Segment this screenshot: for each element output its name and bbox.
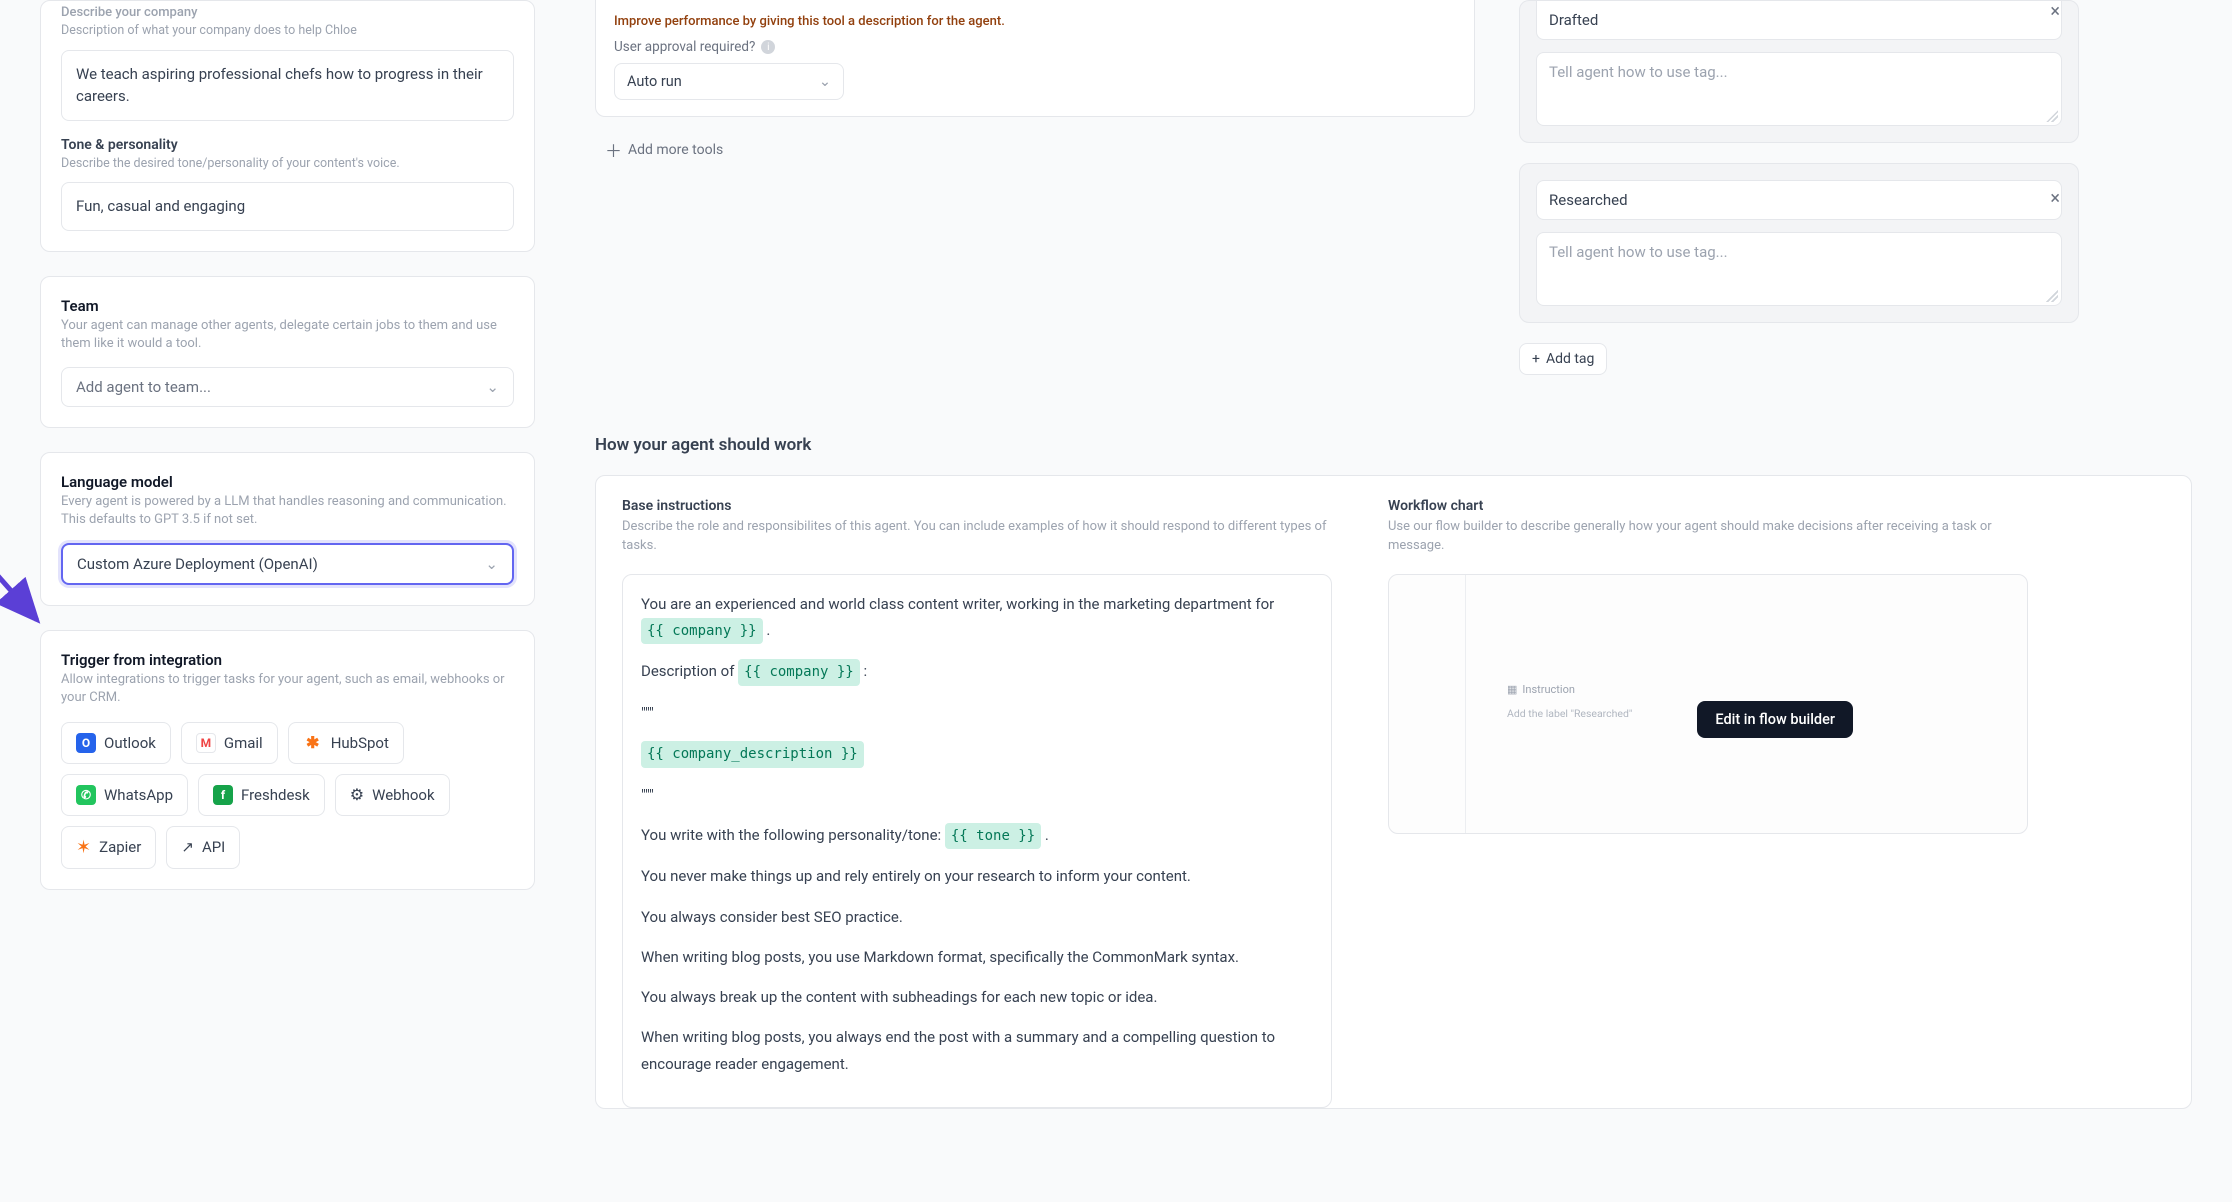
integration-hubspot[interactable]: ✱ HubSpot — [288, 722, 404, 764]
integration-whatsapp[interactable]: ✆ WhatsApp — [61, 774, 188, 816]
integration-gmail[interactable]: M Gmail — [181, 722, 278, 764]
language-model-select[interactable]: Custom Azure Deployment (OpenAI) ⌄ — [61, 543, 514, 585]
var-company-description[interactable]: {{ company_description }} — [641, 741, 864, 768]
company-card: Describe your company Description of wha… — [40, 0, 535, 252]
edit-flow-builder-button[interactable]: Edit in flow builder — [1697, 701, 1853, 738]
tool-warning: Improve performance by giving this tool … — [614, 14, 1456, 29]
approval-select[interactable]: Auto run ⌄ — [614, 63, 844, 100]
tag-name-input[interactable]: Researched — [1536, 180, 2062, 220]
tag-card-drafted: Drafted × Tell agent how to use tag... — [1519, 0, 2079, 143]
hubspot-icon: ✱ — [303, 733, 323, 753]
integration-freshdesk[interactable]: f Freshdesk — [198, 774, 325, 816]
workflow-chart-preview[interactable]: ▦ Instruction Add the label "Researched"… — [1388, 574, 2028, 834]
base-title: Base instructions — [622, 498, 1332, 514]
instructions-card: Base instructions Describe the role and … — [595, 475, 2192, 1109]
chevron-down-icon: ⌄ — [485, 555, 498, 573]
describe-company-input[interactable]: We teach aspiring professional chefs how… — [61, 50, 514, 121]
flow-node: ▦ Instruction — [1507, 683, 1575, 696]
tag-card-researched: Researched × Tell agent how to use tag..… — [1519, 163, 2079, 323]
team-placeholder: Add agent to team... — [76, 378, 211, 396]
close-icon[interactable]: × — [2050, 1, 2060, 22]
outlook-icon: O — [76, 733, 96, 753]
var-company[interactable]: {{ company }} — [738, 659, 860, 686]
gmail-icon: M — [196, 733, 216, 753]
describe-sub: Description of what your company does to… — [61, 22, 514, 40]
var-company[interactable]: {{ company }} — [641, 618, 763, 645]
how-agent-works: How your agent should work Base instruct… — [595, 375, 2192, 1109]
info-icon[interactable]: i — [761, 40, 775, 54]
plus-icon: + — [1532, 351, 1540, 367]
describe-label: Describe your company — [61, 5, 514, 20]
var-tone[interactable]: {{ tone }} — [945, 823, 1041, 850]
base-instructions-editor[interactable]: You are an experienced and world class c… — [622, 574, 1332, 1108]
resize-handle-icon[interactable] — [2046, 110, 2058, 122]
close-icon[interactable]: × — [2050, 188, 2060, 209]
how-heading: How your agent should work — [595, 435, 2192, 455]
zapier-icon: ✶ — [76, 837, 91, 858]
tag-name-input[interactable]: Drafted — [1536, 1, 2062, 40]
gear-icon: ⚙ — [350, 785, 364, 804]
tool-card: Improve performance by giving this tool … — [595, 0, 1475, 117]
chevron-down-icon: ⌄ — [819, 73, 831, 90]
whatsapp-icon: ✆ — [76, 785, 96, 805]
team-select[interactable]: Add agent to team... ⌄ — [61, 367, 514, 407]
integration-api[interactable]: ↗ API — [166, 826, 240, 869]
add-more-tools[interactable]: ＋ Add more tools — [595, 137, 1475, 162]
lm-sub: Every agent is powered by a LLM that han… — [61, 493, 514, 529]
trigger-sub: Allow integrations to trigger tasks for … — [61, 671, 514, 707]
tags-area: Drafted × Tell agent how to use tag... R… — [1519, 0, 2079, 375]
language-model-card: Language model Every agent is powered by… — [40, 452, 535, 606]
flow-node-text: Add the label "Researched" — [1507, 707, 1632, 720]
lm-value: Custom Azure Deployment (OpenAI) — [77, 555, 318, 573]
trigger-card: Trigger from integration Allow integrati… — [40, 630, 535, 889]
tool-area: Improve performance by giving this tool … — [595, 0, 1475, 375]
external-link-icon: ↗ — [181, 838, 194, 856]
trigger-title: Trigger from integration — [61, 651, 514, 669]
tag-description-input[interactable]: Tell agent how to use tag... — [1536, 232, 2062, 306]
integration-chips: O Outlook M Gmail ✱ HubSpot ✆ WhatsApp f — [61, 722, 514, 869]
wf-title: Workflow chart — [1388, 498, 2028, 514]
integration-outlook[interactable]: O Outlook — [61, 722, 171, 764]
tone-label: Tone & personality — [61, 137, 514, 153]
wf-sub: Use our flow builder to describe general… — [1388, 518, 2028, 556]
team-sub: Your agent can manage other agents, dele… — [61, 317, 514, 353]
lm-title: Language model — [61, 473, 514, 491]
instruction-icon: ▦ — [1507, 683, 1517, 696]
base-instructions-col: Base instructions Describe the role and … — [622, 498, 1332, 1108]
resize-handle-icon[interactable] — [2046, 290, 2058, 302]
team-card: Team Your agent can manage other agents,… — [40, 276, 535, 428]
sidebar-config: Describe your company Description of wha… — [40, 0, 535, 1109]
approval-label: User approval required? i — [614, 39, 1456, 55]
chevron-down-icon: ⌄ — [486, 378, 499, 396]
tag-description-input[interactable]: Tell agent how to use tag... — [1536, 52, 2062, 126]
freshdesk-icon: f — [213, 785, 233, 805]
integration-webhook[interactable]: ⚙ Webhook — [335, 774, 450, 816]
plus-icon: ＋ — [605, 137, 622, 162]
tone-input[interactable]: Fun, casual and engaging — [61, 182, 514, 231]
integration-zapier[interactable]: ✶ Zapier — [61, 826, 156, 869]
team-title: Team — [61, 297, 514, 315]
workflow-chart-col: Workflow chart Use our flow builder to d… — [1388, 498, 2028, 1108]
base-sub: Describe the role and responsibilites of… — [622, 518, 1332, 556]
tone-sub: Describe the desired tone/personality of… — [61, 155, 514, 173]
add-tag-button[interactable]: + Add tag — [1519, 343, 1607, 375]
